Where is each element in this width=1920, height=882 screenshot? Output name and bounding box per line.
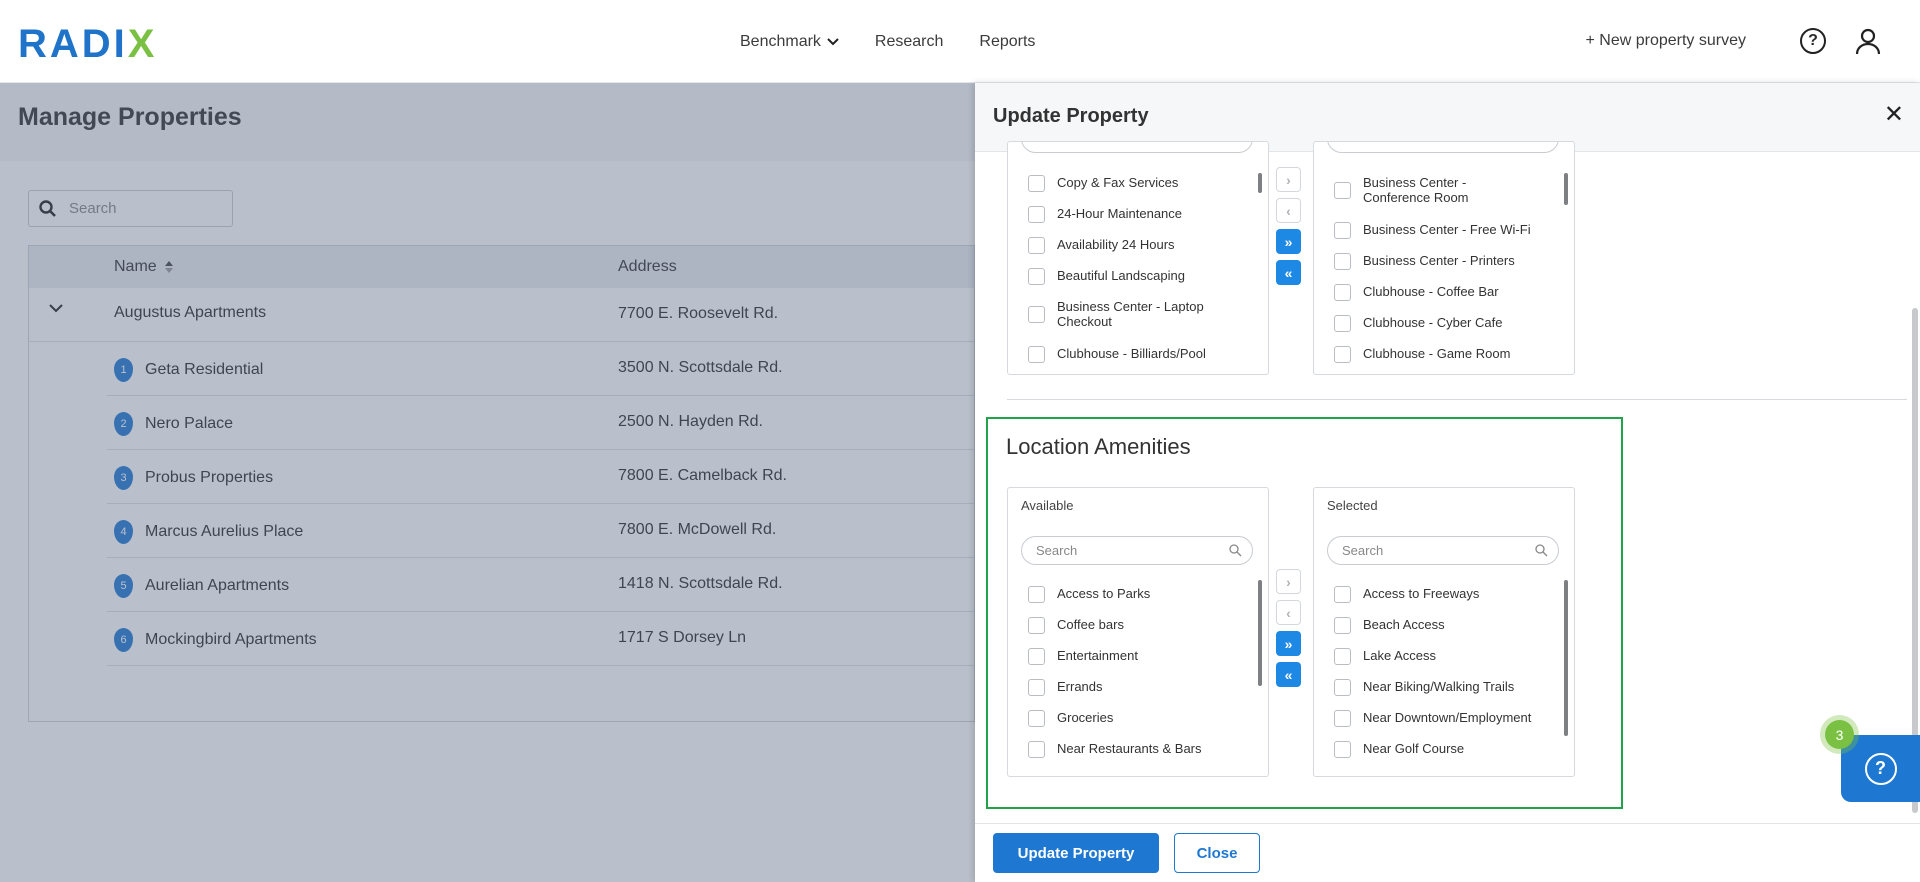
checkbox[interactable] <box>1334 741 1351 758</box>
scrollbar[interactable] <box>1258 580 1262 686</box>
scrollbar[interactable] <box>1564 173 1568 205</box>
help-chat-button[interactable]: ? <box>1841 735 1920 802</box>
update-property-drawer: Update Property ✕ Copy & Fax Services 24… <box>975 83 1920 882</box>
move-left-button[interactable]: ‹ <box>1276 600 1301 625</box>
list-item[interactable]: Entertainment <box>1028 648 1248 665</box>
list-item[interactable]: Near Restaurants & Bars <box>1028 741 1248 758</box>
checkbox[interactable] <box>1334 315 1351 332</box>
nav-reports[interactable]: Reports <box>979 33 1035 51</box>
drawer-footer: Update Property Close <box>975 823 1920 882</box>
list-item[interactable]: Beautiful Landscaping <box>1028 268 1248 285</box>
section-title: Location Amenities <box>1006 434 1191 459</box>
radix-logo[interactable]: RADIX <box>18 24 157 64</box>
list-item[interactable]: Availability 24 Hours <box>1028 237 1248 254</box>
user-icon[interactable] <box>1854 27 1882 55</box>
list-item[interactable]: Business Center - Free Wi-Fi <box>1334 222 1554 239</box>
checkbox[interactable] <box>1028 679 1045 696</box>
selected-search-input[interactable]: Search <box>1327 536 1559 565</box>
list-item[interactable]: Near Biking/Walking Trails <box>1334 679 1554 696</box>
list-header: Available <box>1021 498 1074 513</box>
move-right-button[interactable]: › <box>1276 167 1301 192</box>
location-selected-list: Selected Search Access to Freeways Beach… <box>1313 487 1575 777</box>
search-icon <box>1229 544 1242 557</box>
new-property-survey-link[interactable]: + New property survey <box>1585 32 1746 50</box>
top-navbar: RADIX Benchmark Research Reports + New p… <box>0 0 1920 83</box>
checkbox[interactable] <box>1334 284 1351 301</box>
checkbox[interactable] <box>1334 346 1351 363</box>
search-input[interactable] <box>1327 142 1559 153</box>
notification-badge: 3 <box>1825 720 1854 749</box>
community-selected-list: Business Center - Conference Room Busine… <box>1313 141 1575 375</box>
scrollbar[interactable] <box>1564 580 1568 736</box>
list-item[interactable]: Business Center - Printers <box>1334 253 1554 270</box>
checkbox[interactable] <box>1334 617 1351 634</box>
checkbox[interactable] <box>1028 617 1045 634</box>
list-item[interactable]: Lake Access <box>1334 648 1554 665</box>
checkbox[interactable] <box>1028 206 1045 223</box>
close-icon[interactable]: ✕ <box>1884 103 1904 127</box>
checkbox[interactable] <box>1334 679 1351 696</box>
list-item[interactable]: Clubhouse - Billiards/Pool <box>1028 346 1248 363</box>
list-item[interactable]: 24-Hour Maintenance <box>1028 206 1248 223</box>
checkbox[interactable] <box>1334 586 1351 603</box>
checkbox[interactable] <box>1028 346 1045 363</box>
move-left-button[interactable]: ‹ <box>1276 198 1301 223</box>
list-item[interactable]: Errands <box>1028 679 1248 696</box>
list-item[interactable]: Clubhouse - Game Room <box>1334 346 1554 363</box>
list-item[interactable]: Business Center - Conference Room <box>1334 175 1524 205</box>
checkbox[interactable] <box>1028 741 1045 758</box>
close-button[interactable]: Close <box>1174 833 1260 873</box>
list-item[interactable]: Near Downtown/Employment <box>1334 710 1554 727</box>
move-all-left-button[interactable]: « <box>1276 260 1301 285</box>
nav-research[interactable]: Research <box>875 33 943 51</box>
checkbox[interactable] <box>1028 586 1045 603</box>
checkbox[interactable] <box>1028 268 1045 285</box>
list-header: Selected <box>1327 498 1378 513</box>
checkbox[interactable] <box>1028 306 1045 323</box>
drawer-title: Update Property <box>993 105 1149 127</box>
checkbox[interactable] <box>1334 648 1351 665</box>
scrollbar[interactable] <box>1258 173 1262 193</box>
checkbox[interactable] <box>1334 253 1351 270</box>
list-item[interactable]: Beach Access <box>1334 617 1554 634</box>
list-item[interactable]: Clubhouse - Coffee Bar <box>1334 284 1554 301</box>
chevron-down-icon <box>827 37 839 45</box>
move-all-right-button[interactable]: » <box>1276 229 1301 254</box>
available-search-input[interactable]: Search <box>1021 536 1253 565</box>
search-input[interactable] <box>1021 142 1253 153</box>
community-available-list: Copy & Fax Services 24-Hour Maintenance … <box>1007 141 1269 375</box>
section-divider <box>1007 399 1907 400</box>
list-item[interactable]: Access to Freeways <box>1334 586 1554 603</box>
nav-benchmark[interactable]: Benchmark <box>740 33 839 51</box>
update-property-button[interactable]: Update Property <box>993 833 1159 873</box>
list-item[interactable]: Groceries <box>1028 710 1248 727</box>
location-transfer-buttons: › ‹ » « <box>1276 569 1301 687</box>
checkbox[interactable] <box>1334 182 1351 199</box>
list-item[interactable]: Coffee bars <box>1028 617 1248 634</box>
checkbox[interactable] <box>1028 710 1045 727</box>
checkbox[interactable] <box>1334 222 1351 239</box>
main-nav: Benchmark Research Reports <box>740 0 1035 83</box>
modal-backdrop[interactable] <box>0 83 975 882</box>
move-all-right-button[interactable]: » <box>1276 631 1301 656</box>
community-transfer-buttons: › ‹ » « <box>1276 167 1301 285</box>
checkbox[interactable] <box>1028 237 1045 254</box>
list-item[interactable]: Access to Parks <box>1028 586 1248 603</box>
list-item[interactable]: Copy & Fax Services <box>1028 175 1248 192</box>
list-item[interactable]: Clubhouse - Cyber Cafe <box>1334 315 1554 332</box>
checkbox[interactable] <box>1028 175 1045 192</box>
search-icon <box>1535 544 1548 557</box>
checkbox[interactable] <box>1334 710 1351 727</box>
location-available-list: Available Search Access to Parks Coffee … <box>1007 487 1269 777</box>
checkbox[interactable] <box>1028 648 1045 665</box>
help-icon[interactable]: ? <box>1800 28 1826 54</box>
list-item[interactable]: Near Golf Course <box>1334 741 1554 758</box>
move-all-left-button[interactable]: « <box>1276 662 1301 687</box>
question-icon: ? <box>1864 752 1897 785</box>
list-item[interactable]: Business Center - Laptop Checkout <box>1028 299 1208 329</box>
move-right-button[interactable]: › <box>1276 569 1301 594</box>
